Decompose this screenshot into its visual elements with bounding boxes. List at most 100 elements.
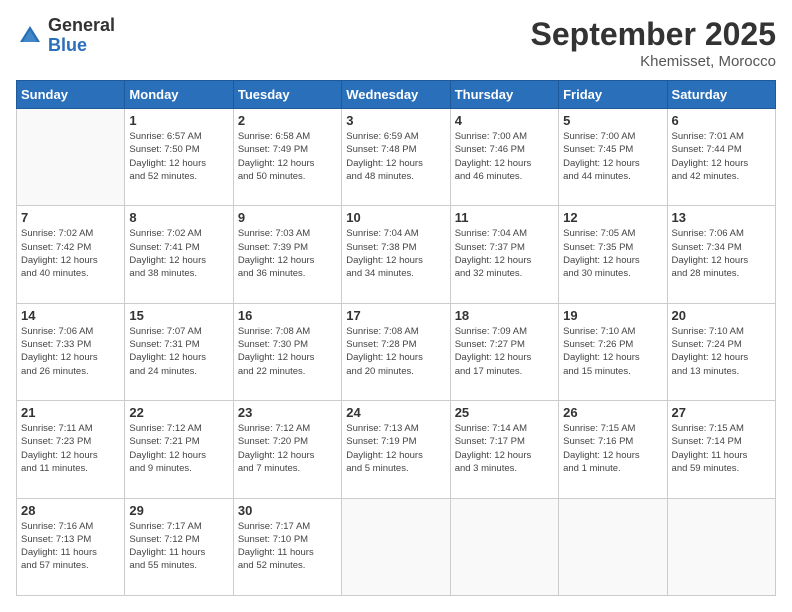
day-cell: 3 Sunrise: 6:59 AMSunset: 7:48 PMDaylight…: [342, 109, 450, 206]
day-info: Sunrise: 7:14 AMSunset: 7:17 PMDaylight:…: [455, 422, 554, 475]
logo: General Blue: [16, 16, 115, 56]
day-info: Sunrise: 7:02 AMSunset: 7:41 PMDaylight:…: [129, 227, 228, 280]
day-info: Sunrise: 7:01 AMSunset: 7:44 PMDaylight:…: [672, 130, 771, 183]
day-info: Sunrise: 7:03 AMSunset: 7:39 PMDaylight:…: [238, 227, 337, 280]
day-cell: 24 Sunrise: 7:13 AMSunset: 7:19 PMDayligh…: [342, 401, 450, 498]
day-info: Sunrise: 7:00 AMSunset: 7:45 PMDaylight:…: [563, 130, 662, 183]
day-info: Sunrise: 6:58 AMSunset: 7:49 PMDaylight:…: [238, 130, 337, 183]
week-row-4: 28 Sunrise: 7:16 AMSunset: 7:13 PMDayligh…: [17, 498, 776, 595]
day-cell: [342, 498, 450, 595]
day-number: 30: [238, 503, 337, 518]
day-info: Sunrise: 7:06 AMSunset: 7:34 PMDaylight:…: [672, 227, 771, 280]
day-cell: 20 Sunrise: 7:10 AMSunset: 7:24 PMDayligh…: [667, 303, 775, 400]
day-cell: 1 Sunrise: 6:57 AMSunset: 7:50 PMDaylight…: [125, 109, 233, 206]
day-cell: [559, 498, 667, 595]
week-row-3: 21 Sunrise: 7:11 AMSunset: 7:23 PMDayligh…: [17, 401, 776, 498]
day-info: Sunrise: 7:04 AMSunset: 7:37 PMDaylight:…: [455, 227, 554, 280]
day-number: 14: [21, 308, 120, 323]
day-number: 5: [563, 113, 662, 128]
week-row-0: 1 Sunrise: 6:57 AMSunset: 7:50 PMDaylight…: [17, 109, 776, 206]
day-info: Sunrise: 7:15 AMSunset: 7:14 PMDaylight:…: [672, 422, 771, 475]
day-number: 24: [346, 405, 445, 420]
day-number: 22: [129, 405, 228, 420]
page-subtitle: Khemisset, Morocco: [531, 53, 776, 70]
week-row-2: 14 Sunrise: 7:06 AMSunset: 7:33 PMDayligh…: [17, 303, 776, 400]
day-cell: 12Sunrise: 7:05 AMSunset: 7:35 PMDayligh…: [559, 206, 667, 303]
day-info: Sunrise: 7:10 AMSunset: 7:24 PMDaylight:…: [672, 325, 771, 378]
logo-icon: [16, 22, 44, 50]
day-number: 4: [455, 113, 554, 128]
day-cell: 25 Sunrise: 7:14 AMSunset: 7:17 PMDayligh…: [450, 401, 558, 498]
day-number: 3: [346, 113, 445, 128]
day-number: 2: [238, 113, 337, 128]
day-cell: 17 Sunrise: 7:08 AMSunset: 7:28 PMDayligh…: [342, 303, 450, 400]
header-cell-saturday: Saturday: [667, 81, 775, 109]
calendar-body: 1 Sunrise: 6:57 AMSunset: 7:50 PMDaylight…: [17, 109, 776, 596]
day-cell: 28 Sunrise: 7:16 AMSunset: 7:13 PMDayligh…: [17, 498, 125, 595]
day-cell: 2 Sunrise: 6:58 AMSunset: 7:49 PMDaylight…: [233, 109, 341, 206]
day-number: 18: [455, 308, 554, 323]
day-number: 8: [129, 210, 228, 225]
day-number: 23: [238, 405, 337, 420]
calendar-table: SundayMondayTuesdayWednesdayThursdayFrid…: [16, 80, 776, 596]
day-cell: 19Sunrise: 7:10 AMSunset: 7:26 PMDayligh…: [559, 303, 667, 400]
day-info: Sunrise: 7:02 AMSunset: 7:42 PMDaylight:…: [21, 227, 120, 280]
day-info: Sunrise: 7:06 AMSunset: 7:33 PMDaylight:…: [21, 325, 120, 378]
header-cell-monday: Monday: [125, 81, 233, 109]
day-number: 1: [129, 113, 228, 128]
day-number: 20: [672, 308, 771, 323]
day-number: 15: [129, 308, 228, 323]
day-number: 13: [672, 210, 771, 225]
day-cell: 22 Sunrise: 7:12 AMSunset: 7:21 PMDayligh…: [125, 401, 233, 498]
logo-blue: Blue: [48, 36, 115, 56]
day-number: 6: [672, 113, 771, 128]
day-number: 10: [346, 210, 445, 225]
day-info: Sunrise: 7:08 AMSunset: 7:28 PMDaylight:…: [346, 325, 445, 378]
day-number: 9: [238, 210, 337, 225]
day-cell: 6 Sunrise: 7:01 AMSunset: 7:44 PMDaylight…: [667, 109, 775, 206]
header-cell-sunday: Sunday: [17, 81, 125, 109]
week-row-1: 7Sunrise: 7:02 AMSunset: 7:42 PMDaylight…: [17, 206, 776, 303]
day-info: Sunrise: 7:11 AMSunset: 7:23 PMDaylight:…: [21, 422, 120, 475]
day-cell: 4 Sunrise: 7:00 AMSunset: 7:46 PMDaylight…: [450, 109, 558, 206]
day-info: Sunrise: 7:07 AMSunset: 7:31 PMDaylight:…: [129, 325, 228, 378]
day-cell: [450, 498, 558, 595]
calendar-header: SundayMondayTuesdayWednesdayThursdayFrid…: [17, 81, 776, 109]
day-info: Sunrise: 7:17 AMSunset: 7:12 PMDaylight:…: [129, 520, 228, 573]
day-info: Sunrise: 7:12 AMSunset: 7:20 PMDaylight:…: [238, 422, 337, 475]
day-info: Sunrise: 6:59 AMSunset: 7:48 PMDaylight:…: [346, 130, 445, 183]
day-number: 21: [21, 405, 120, 420]
day-cell: 10Sunrise: 7:04 AMSunset: 7:38 PMDayligh…: [342, 206, 450, 303]
day-cell: 16Sunrise: 7:08 AMSunset: 7:30 PMDayligh…: [233, 303, 341, 400]
day-cell: 30Sunrise: 7:17 AMSunset: 7:10 PMDayligh…: [233, 498, 341, 595]
header-cell-friday: Friday: [559, 81, 667, 109]
day-number: 17: [346, 308, 445, 323]
day-info: Sunrise: 7:10 AMSunset: 7:26 PMDaylight:…: [563, 325, 662, 378]
header-cell-wednesday: Wednesday: [342, 81, 450, 109]
day-number: 27: [672, 405, 771, 420]
day-number: 25: [455, 405, 554, 420]
logo-text: General Blue: [48, 16, 115, 56]
day-cell: 29Sunrise: 7:17 AMSunset: 7:12 PMDayligh…: [125, 498, 233, 595]
day-cell: 7Sunrise: 7:02 AMSunset: 7:42 PMDaylight…: [17, 206, 125, 303]
day-number: 28: [21, 503, 120, 518]
day-info: Sunrise: 7:08 AMSunset: 7:30 PMDaylight:…: [238, 325, 337, 378]
logo-general: General: [48, 16, 115, 36]
day-info: Sunrise: 7:16 AMSunset: 7:13 PMDaylight:…: [21, 520, 120, 573]
day-info: Sunrise: 7:00 AMSunset: 7:46 PMDaylight:…: [455, 130, 554, 183]
day-info: Sunrise: 7:12 AMSunset: 7:21 PMDaylight:…: [129, 422, 228, 475]
day-number: 12: [563, 210, 662, 225]
header-cell-tuesday: Tuesday: [233, 81, 341, 109]
day-cell: 13 Sunrise: 7:06 AMSunset: 7:34 PMDayligh…: [667, 206, 775, 303]
day-cell: 21 Sunrise: 7:11 AMSunset: 7:23 PMDayligh…: [17, 401, 125, 498]
day-info: Sunrise: 7:13 AMSunset: 7:19 PMDaylight:…: [346, 422, 445, 475]
day-cell: [17, 109, 125, 206]
day-cell: 8 Sunrise: 7:02 AMSunset: 7:41 PMDaylight…: [125, 206, 233, 303]
day-cell: 26Sunrise: 7:15 AMSunset: 7:16 PMDayligh…: [559, 401, 667, 498]
day-cell: 5 Sunrise: 7:00 AMSunset: 7:45 PMDaylight…: [559, 109, 667, 206]
day-number: 11: [455, 210, 554, 225]
day-cell: 23 Sunrise: 7:12 AMSunset: 7:20 PMDayligh…: [233, 401, 341, 498]
day-cell: 11 Sunrise: 7:04 AMSunset: 7:37 PMDayligh…: [450, 206, 558, 303]
day-info: Sunrise: 6:57 AMSunset: 7:50 PMDaylight:…: [129, 130, 228, 183]
title-block: September 2025 Khemisset, Morocco: [531, 16, 776, 70]
